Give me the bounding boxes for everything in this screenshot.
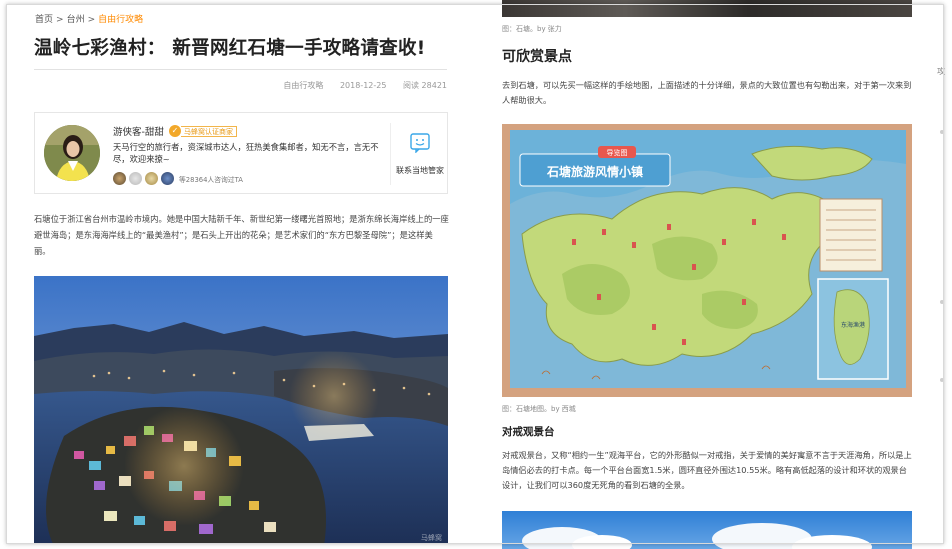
shitang-map-photo: 导览图 石塘旅游风情小镇 东海渔港 [502,124,912,397]
photo-watermark: 马蜂窝 [421,534,442,542]
chat-smile-icon [410,133,430,154]
previous-photo-bottom [502,0,912,17]
sights-paragraph: 去到石塘，可以先买一幅这样的手绘地图，上面描述的十分详细，景点的大致位置也有勾勒… [502,80,912,105]
author-name[interactable]: 游侠客-甜甜 [113,124,164,138]
views-count: 28421 [421,81,447,90]
map-inset-text: 东海渔港 [841,321,865,329]
section-title-sights: 可欣赏景点 [502,49,572,65]
hand-drawn-map-image: 导览图 石塘旅游风情小镇 东海渔港 [502,124,912,397]
author-avatar[interactable] [44,125,100,181]
visitor-avatar [129,172,142,185]
article-date: 2018-12-25 [339,81,387,90]
visitor-count: 等28364人咨询过TA [179,175,243,184]
sky-clouds-image [522,523,872,549]
author-card: 游侠客-甜甜 ✓ 马蜂窝认证商家 天马行空的旅行者，资深城市达人，狂热美食集邮者… [34,112,448,194]
page-title: 温岭七彩渔村： 新晋网红石塘一手攻略请查收! [34,38,426,59]
verified-badge: ✓ 马蜂窝认证商家 [169,125,237,137]
article-views: 阅读 28421 [403,81,447,90]
title-divider [34,69,447,70]
breadcrumb-current[interactable]: 自由行攻略 [98,12,143,25]
map-title-text: 石塘旅游风情小镇 [546,164,643,179]
photo-caption: 图：石塘。by 张力 [502,25,562,33]
article-category[interactable]: 自由行攻略 [283,81,323,90]
breadcrumb-separator: > [56,15,64,25]
visitor-avatars: 等28364人咨询过TA [113,172,243,185]
views-label: 阅读 [403,81,419,90]
verified-icon: ✓ [169,125,181,137]
rings-paragraph: 对戒观景台，又称“相约一生”观海平台，它的外形酷似一对戒指，关于爱情的美好寓意不… [502,450,912,490]
intro-paragraph: 石塘位于浙江省台州市温岭市境内。她是中国大陆新千年、新世纪第一缕曙光首照地；是浙… [34,214,449,256]
contact-label: 联系当地管家 [396,166,444,175]
avatar-photo [44,125,100,181]
scroll-indicator[interactable] [940,378,944,382]
breadcrumb: 首页 > 台州 > 自由行攻略 [35,12,143,25]
scroll-indicator[interactable] [940,300,944,304]
shitang-night-photo: 马蜂窝 [34,276,448,544]
visitor-avatar [145,172,158,185]
visitor-avatar [161,172,174,185]
map-tag-text: 导览图 [607,148,628,157]
left-page: 首页 > 台州 > 自由行攻略 温岭七彩渔村： 新晋网红石塘一手攻略请查收! 自由行攻略… [14,4,459,544]
next-photo-top [502,511,912,549]
side-label: 攻 [937,67,945,76]
author-bio: 天马行空的旅行者，资深城市达人，狂热美食集邮者，知无不言，言无不尽，欢迎来撩~ [113,142,379,164]
article-meta: 自由行攻略 2018-12-25 阅读 28421 [269,80,447,91]
scroll-indicator[interactable] [940,130,944,134]
verified-label: 马蜂窝认证商家 [181,125,237,137]
page-frame: 首页 > 台州 > 自由行攻略 温岭七彩渔村： 新晋网红石塘一手攻略请查收! 自由行攻略… [0,0,952,549]
breadcrumb-city[interactable]: 台州 [67,12,85,25]
night-village-image [34,276,448,544]
breadcrumb-separator: > [87,15,96,25]
contact-steward-button[interactable]: 联系当地管家 [391,125,449,176]
right-page: 图：石塘。by 张力 可欣赏景点 去到石塘，可以先买一幅这样的手绘地图，上面描述… [486,0,926,549]
visitor-avatar [113,172,126,185]
subsection-title-rings: 对戒观景台 [502,426,555,438]
map-caption: 图：石塘地图。by 西城 [502,405,576,413]
breadcrumb-home[interactable]: 首页 [35,12,53,25]
